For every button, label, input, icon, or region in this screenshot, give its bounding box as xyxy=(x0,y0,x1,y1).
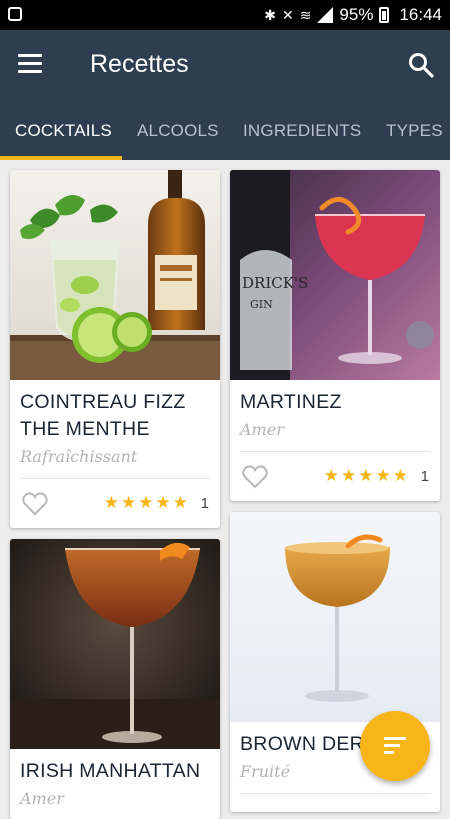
recipe-title: IRISH MANHATTAN xyxy=(20,760,201,782)
recipe-image xyxy=(230,512,440,722)
status-bar: ✱ ✕ ≋ 95% 16:44 xyxy=(0,0,450,30)
divider xyxy=(240,451,430,452)
sort-filter-icon xyxy=(384,737,406,740)
recipe-card[interactable]: IRISH MANHATTAN Amer xyxy=(10,539,220,819)
recipe-card[interactable]: COINTREAU FIZZ THE MENTHE Rafraîchissant… xyxy=(10,170,220,528)
recipe-image xyxy=(10,170,220,380)
recipe-title: MARTINEZ xyxy=(240,391,342,413)
sort-filter-button[interactable] xyxy=(360,711,430,781)
svg-text:DRICK'S: DRICK'S xyxy=(242,274,308,292)
rating-count: 1 xyxy=(200,495,209,512)
gallery-icon xyxy=(8,7,22,21)
recipe-category: Fruité xyxy=(240,762,291,781)
recipe-title: COINTREAU FIZZ xyxy=(20,391,186,413)
status-icons: ✱ ✕ ≋ 95% 16:44 xyxy=(264,5,442,25)
recipe-image: DRICK'S GIN xyxy=(230,170,440,380)
divider xyxy=(240,793,430,794)
rating-stars: ★★★★★ xyxy=(103,493,190,513)
tab-bar: COCKTAILS ALCOOLS INGREDIENTS TYPES xyxy=(0,105,450,160)
hamburger-menu-icon[interactable] xyxy=(18,54,42,74)
tab-ingredients[interactable]: INGREDIENTS xyxy=(243,105,361,160)
battery-icon xyxy=(379,7,390,23)
tab-types[interactable]: TYPES xyxy=(386,105,443,160)
heart-icon[interactable] xyxy=(242,465,268,489)
recipe-image xyxy=(10,539,220,749)
mute-icon: ✕ xyxy=(281,7,294,23)
recipe-card[interactable]: DRICK'S GIN MARTINEZ Amer ★★★★★ 1 xyxy=(230,170,440,501)
recipe-category: Rafraîchissant xyxy=(20,447,138,466)
recipe-title-line2: THE MENTHE xyxy=(20,418,150,440)
bluetooth-icon: ✱ xyxy=(264,7,276,23)
active-tab-indicator xyxy=(0,156,122,160)
battery-percent: 95% xyxy=(339,5,374,24)
tab-cocktails[interactable]: COCKTAILS xyxy=(15,105,112,160)
search-icon[interactable] xyxy=(408,52,434,78)
app-bar: Recettes COCKTAILS ALCOOLS INGREDIENTS T… xyxy=(0,30,450,160)
heart-icon[interactable] xyxy=(22,492,48,516)
rating-stars: ★★★★★ xyxy=(323,466,410,486)
page-title: Recettes xyxy=(90,50,189,78)
divider xyxy=(20,478,210,479)
recipe-category: Amer xyxy=(240,420,284,439)
clock: 16:44 xyxy=(399,5,442,24)
sort-filter-icon-line xyxy=(384,744,400,747)
svg-text:GIN: GIN xyxy=(250,298,273,311)
rating-count: 1 xyxy=(420,468,429,485)
recipe-title: BROWN DER xyxy=(240,733,365,755)
sort-filter-icon-line xyxy=(384,751,394,754)
wifi-icon: ≋ xyxy=(299,7,312,23)
recipe-category: Amer xyxy=(20,789,64,808)
tab-alcools[interactable]: ALCOOLS xyxy=(137,105,219,160)
signal-icon xyxy=(317,7,334,23)
